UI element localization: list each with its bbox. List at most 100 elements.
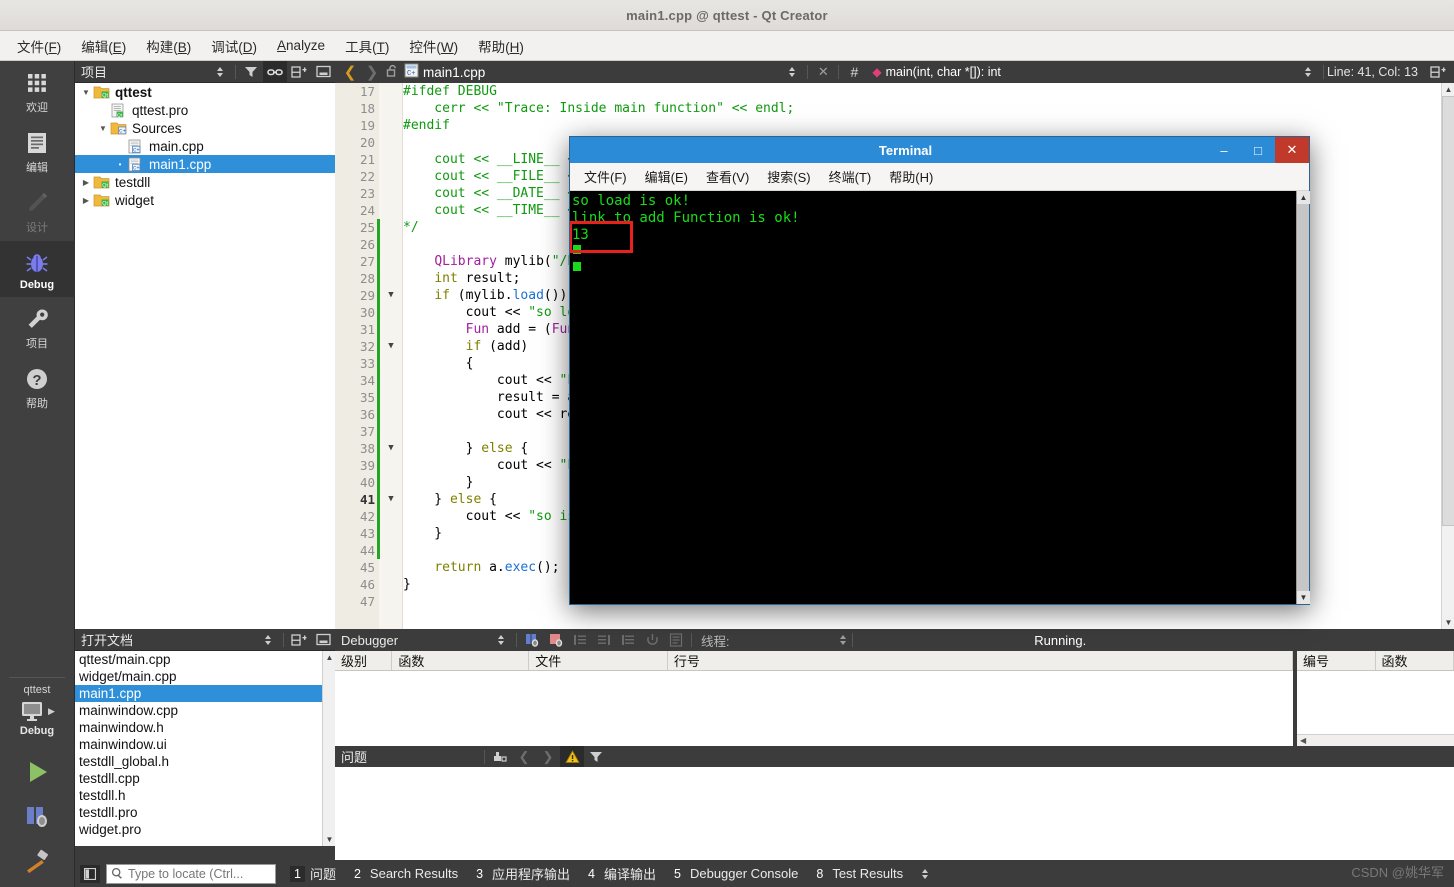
- mode-帮助[interactable]: ? 帮助: [0, 357, 75, 417]
- column-header[interactable]: 级别: [335, 651, 393, 670]
- scroll-left-icon[interactable]: ◀: [1297, 736, 1306, 745]
- warning-icon[interactable]: [560, 746, 584, 767]
- issues-list[interactable]: [335, 767, 1454, 860]
- column-header[interactable]: 文件: [529, 651, 668, 670]
- scroll-down-icon[interactable]: ▼: [1442, 616, 1454, 629]
- open-document-item[interactable]: testdll_global.h: [75, 753, 335, 770]
- tree-item-qttest.pro[interactable]: • Qt qttest.pro: [75, 101, 335, 119]
- instruction-view-icon[interactable]: [664, 630, 688, 651]
- code-line[interactable]: int result;: [403, 270, 520, 287]
- code-line[interactable]: cerr << "Trace: Inside main function" <<…: [403, 100, 794, 117]
- kit-selector[interactable]: ▶: [19, 698, 55, 724]
- thread-selector[interactable]: [729, 631, 849, 649]
- close-editor-icon[interactable]: ✕: [811, 62, 835, 83]
- menu-item-1[interactable]: 编辑(E): [72, 32, 135, 60]
- output-pane-button-编译输出[interactable]: 4 编译输出: [584, 864, 656, 883]
- debug-button[interactable]: [22, 793, 52, 839]
- panel-selector-icon[interactable]: [256, 629, 280, 650]
- code-line[interactable]: Fun add = (Fun): [403, 321, 583, 338]
- editor-scrollbar[interactable]: ▲ ▼: [1441, 83, 1454, 629]
- column-header[interactable]: 函数: [1376, 651, 1454, 670]
- tree-item-main.cpp[interactable]: • C+ main.cpp: [75, 137, 335, 155]
- code-line[interactable]: cout << __DATE__ <<: [403, 185, 583, 202]
- open-document-item[interactable]: testdll.h: [75, 787, 335, 804]
- code-line[interactable]: cout << __FILE__ <<: [403, 168, 583, 185]
- code-line[interactable]: #endif: [403, 117, 450, 134]
- open-document-item[interactable]: widget/main.cpp: [75, 668, 335, 685]
- terminal-menu-item-3[interactable]: 搜索(S): [759, 164, 818, 189]
- column-header[interactable]: 编号: [1297, 651, 1376, 670]
- terminal-menu-item-4[interactable]: 终端(T): [821, 164, 880, 189]
- open-document-item[interactable]: mainwindow.cpp: [75, 702, 335, 719]
- tree-item-testdll[interactable]: ▶ Qt testdll: [75, 173, 335, 191]
- open-document-item[interactable]: main1.cpp: [75, 685, 335, 702]
- restart-icon[interactable]: [640, 630, 664, 651]
- terminal-maximize-button[interactable]: □: [1241, 137, 1275, 163]
- prev-issue-icon[interactable]: ❮: [512, 746, 536, 767]
- tree-item-Sources[interactable]: ▼ C+ Sources: [75, 119, 335, 137]
- terminal-menu-item-1[interactable]: 编辑(E): [637, 164, 696, 189]
- terminal-scrollbar[interactable]: ▲ ▼: [1296, 191, 1310, 604]
- mode-设计[interactable]: 设计: [0, 181, 75, 241]
- step-over-icon[interactable]: [568, 630, 592, 651]
- open-documents-scrollbar[interactable]: ▲ ▼: [322, 651, 336, 846]
- stop-debug-icon[interactable]: [544, 630, 568, 651]
- chevron-down-icon[interactable]: ▼: [79, 88, 93, 97]
- code-line[interactable]: cout << "Li: [403, 372, 583, 389]
- split-icon[interactable]: [287, 61, 311, 82]
- hash-icon[interactable]: #: [842, 62, 866, 83]
- copy-issues-icon[interactable]: [488, 746, 512, 767]
- column-header[interactable]: 函数: [392, 651, 530, 670]
- fold-marker-icon[interactable]: ▼: [381, 338, 401, 355]
- menu-item-2[interactable]: 构建(B): [137, 32, 200, 60]
- scroll-down-icon[interactable]: ▼: [1297, 591, 1310, 604]
- column-header[interactable]: 行号: [668, 651, 1294, 670]
- breakpoints-table[interactable]: 编号 函数 ◀: [1297, 651, 1454, 746]
- panel-selector-icon[interactable]: [489, 630, 513, 651]
- build-button[interactable]: [22, 839, 52, 881]
- tree-item-main1.cpp[interactable]: • C+ main1.cpp: [75, 155, 335, 173]
- open-document-item[interactable]: widget.pro: [75, 821, 335, 838]
- scrollbar-thumb[interactable]: [1442, 96, 1454, 526]
- code-line[interactable]: if (mylib.load()) {: [403, 287, 583, 304]
- code-line[interactable]: */: [403, 219, 419, 236]
- scroll-up-icon[interactable]: ▲: [1442, 83, 1454, 96]
- terminal-titlebar[interactable]: Terminal – □ ✕: [570, 137, 1309, 163]
- stack-table[interactable]: 级别 函数 文件 行号: [335, 651, 1294, 746]
- open-documents-list[interactable]: qttest/main.cpp widget/main.cpp main1.cpp m…: [75, 651, 335, 846]
- scroll-up-icon[interactable]: ▲: [1297, 191, 1310, 204]
- close-panel-icon[interactable]: [311, 629, 335, 650]
- menu-item-6[interactable]: 控件(W): [400, 32, 467, 60]
- tree-item-qttest[interactable]: ▼ Qt qttest: [75, 83, 335, 101]
- mode-项目[interactable]: 项目: [0, 297, 75, 357]
- code-line[interactable]: }: [403, 576, 411, 593]
- open-document-item[interactable]: testdll.pro: [75, 804, 335, 821]
- toggle-sidebar-icon[interactable]: [80, 864, 100, 883]
- step-out-icon[interactable]: [616, 630, 640, 651]
- code-line[interactable]: cout << "Li: [403, 457, 583, 474]
- menu-item-0[interactable]: 文件(F): [8, 32, 70, 60]
- output-pane-button-应用程序输出[interactable]: 3 应用程序输出: [472, 864, 570, 883]
- code-line[interactable]: if (add): [403, 338, 529, 355]
- menu-item-7[interactable]: 帮助(H): [469, 32, 533, 60]
- chevron-down-icon[interactable]: ▼: [96, 124, 110, 133]
- split-editor-icon[interactable]: [1426, 62, 1450, 83]
- next-issue-icon[interactable]: ❯: [536, 746, 560, 767]
- code-line[interactable]: cout << "so is: [403, 508, 576, 525]
- link-icon[interactable]: [263, 61, 287, 82]
- menu-item-5[interactable]: 工具(T): [336, 32, 398, 60]
- terminal-minimize-button[interactable]: –: [1207, 137, 1241, 163]
- chevron-right-icon[interactable]: ▶: [79, 196, 93, 205]
- open-document-item[interactable]: qttest/main.cpp: [75, 651, 335, 668]
- code-line[interactable]: }: [403, 474, 474, 491]
- project-tree[interactable]: ▼ Qt qttest • Qt qttest.pro ▼ C+ Sources • C+ main.…: [75, 83, 335, 629]
- file-dropdown-icon[interactable]: [780, 62, 804, 83]
- panel-selector-icon[interactable]: [208, 61, 232, 82]
- open-document-item[interactable]: mainwindow.ui: [75, 736, 335, 753]
- code-line[interactable]: cout << __TIME__ <<: [403, 202, 583, 219]
- terminal-menu-item-2[interactable]: 查看(V): [698, 164, 757, 189]
- code-line[interactable]: cout << "so loa: [403, 304, 583, 321]
- open-document-item[interactable]: testdll.cpp: [75, 770, 335, 787]
- fold-marker-icon[interactable]: ▼: [381, 440, 401, 457]
- close-panel-icon[interactable]: [311, 61, 335, 82]
